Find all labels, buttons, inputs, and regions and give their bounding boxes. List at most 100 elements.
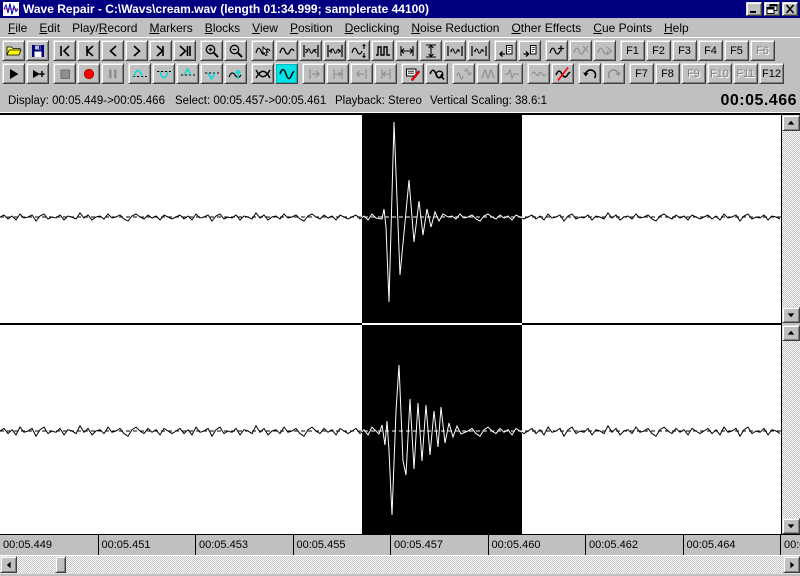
menu-blocks[interactable]: Blocks [199,19,246,37]
menu-edit[interactable]: Edit [33,19,66,37]
next-block-icon [155,44,164,57]
expand-view-button[interactable] [467,40,490,61]
window-cue-icon [498,44,512,57]
prev-block-button[interactable] [77,40,100,61]
menu-play-record[interactable]: Play/Record [66,19,143,37]
f4-button[interactable]: F4 [698,40,723,61]
zoom-horizontal-out-button[interactable] [323,40,346,61]
channel-swap-button[interactable] [251,63,274,84]
menu-file[interactable]: File [2,19,33,37]
stop-icon [60,69,70,79]
toolbar-group [2,40,50,62]
play-button[interactable] [2,63,25,84]
sample-view-button[interactable] [371,40,394,61]
scroll-up-icon[interactable] [782,325,800,341]
menu-cue-points[interactable]: Cue Points [587,19,658,37]
patch-upper-button[interactable] [128,63,151,84]
menu-bar: File Edit Play/Record Markers Blocks View Posi… [0,18,800,37]
waveform-right-channel[interactable] [0,325,781,534]
save-file-button[interactable] [26,40,49,61]
open-file-button[interactable] [2,40,25,61]
restore-button[interactable] [764,2,780,16]
close-button[interactable] [782,2,798,16]
zoom-selection-button[interactable] [251,40,274,61]
vscrollbar-track[interactable] [782,341,800,518]
block-list-window-button[interactable] [518,40,541,61]
window-title: Wave Repair - C:\Wavs\cream.wav (length … [23,2,429,16]
menu-declicking[interactable]: Declicking [339,19,406,37]
measure-width-button[interactable] [395,40,418,61]
menu-other-effects[interactable]: Other Effects [505,19,587,37]
monitor-mute-button[interactable] [551,63,574,84]
scroll-down-icon[interactable] [782,307,800,323]
toolbar: F1 F2 F3 F4 F5 F6 F7 F8 F9 F10 F11 F12 [0,37,800,89]
ruler-label: 00:05.457 [390,535,488,555]
redo-button [602,63,625,84]
step-forward-button[interactable] [125,40,148,61]
view-whole-file-button[interactable] [275,40,298,61]
peak-lower-button[interactable] [200,63,223,84]
annotate-button[interactable] [401,63,424,84]
horizontal-scrollbar[interactable] [0,556,800,573]
zoom-in-button[interactable] [200,40,223,61]
left-channel-vscrollbar[interactable] [782,115,800,323]
f10-button: F10 [707,63,732,84]
wave-inspect-icon [428,68,445,80]
scroll-right-icon[interactable] [783,556,800,573]
scroll-down-icon[interactable] [782,518,800,534]
f7-button[interactable]: F7 [629,63,654,84]
toolbar-group: F1 F2 F3 F4 F5 F6 [620,40,776,62]
inspect-wave-button[interactable] [425,63,448,84]
zoom-horizontal-in-button[interactable] [299,40,322,61]
next-block-button[interactable] [149,40,172,61]
goto-start-icon [59,44,70,57]
menu-view[interactable]: View [246,19,284,37]
wave-h-out-icon [326,44,343,57]
minimize-button[interactable] [746,2,762,16]
select-range: Select: 00:05.457->00:05.461 [175,94,327,107]
measure-h-icon [425,43,436,58]
menu-noise-reduction[interactable]: Noise Reduction [405,19,505,37]
declick-flatten-button [500,63,523,84]
amplify-button[interactable] [224,63,247,84]
f1-button[interactable]: F1 [620,40,645,61]
cue-list-window-button[interactable] [494,40,517,61]
goto-end-button[interactable] [173,40,196,61]
f2-button[interactable]: F2 [646,40,671,61]
left-channel-pane[interactable] [0,115,781,323]
stop-button [53,63,76,84]
undo-button[interactable] [578,63,601,84]
step-back-button[interactable] [101,40,124,61]
scroll-left-icon[interactable] [0,556,17,573]
wave-h-in-icon [302,44,319,57]
waveform-left-channel[interactable] [0,115,781,323]
peak-upper-button[interactable] [176,63,199,84]
prev-block-icon [85,44,94,57]
marker-2-icon [332,68,343,79]
select-region-button[interactable] [275,63,298,84]
f8-button[interactable]: F8 [655,63,680,84]
menu-position[interactable]: Position [284,19,339,37]
hscrollbar-thumb[interactable] [55,556,66,573]
f5-button[interactable]: F5 [724,40,749,61]
zoom-out-button[interactable] [224,40,247,61]
smooth-4-icon [530,71,547,76]
measure-height-button[interactable] [419,40,442,61]
scroll-up-icon[interactable] [782,115,800,131]
wave-add-point-button[interactable] [545,40,568,61]
menu-help[interactable]: Help [658,19,695,37]
goto-end-icon [178,44,191,57]
f3-button[interactable]: F3 [672,40,697,61]
zoom-vertical-button[interactable] [347,40,370,61]
vscrollbar-track[interactable] [782,131,800,307]
right-channel-pane[interactable] [0,325,781,534]
selection-highlight[interactable] [362,115,522,323]
shrink-view-button[interactable] [443,40,466,61]
play-append-button[interactable] [26,63,49,84]
goto-start-button[interactable] [53,40,76,61]
patch-lower-button[interactable] [152,63,175,84]
f12-button[interactable]: F12 [759,63,784,84]
menu-markers[interactable]: Markers [143,19,198,37]
record-button[interactable] [77,63,100,84]
right-channel-vscrollbar[interactable] [782,325,800,534]
